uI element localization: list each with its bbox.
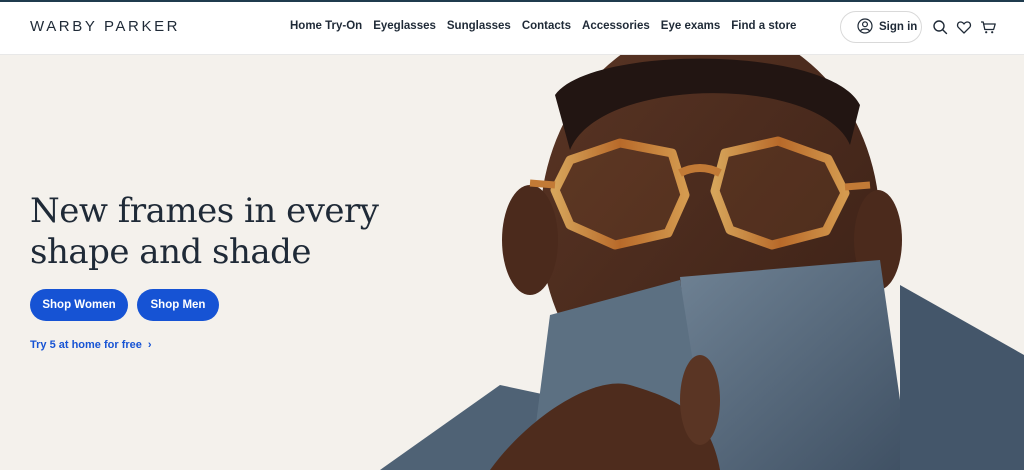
hero-section: New frames in every shape and shade Shop… [0,55,1024,470]
cart-icon[interactable] [980,19,996,35]
try-at-home-link[interactable]: Try 5 at home for free › [30,339,152,351]
hero-headline-line-1: New frames in every [30,191,379,231]
hero-headline-line-2: shape and shade [30,232,312,272]
nav-sunglasses[interactable]: Sunglasses [447,20,511,32]
shop-men-button[interactable]: Shop Men [137,289,219,321]
main-nav: Home Try-On Eyeglasses Sunglasses Contac… [290,20,796,32]
hero-headline: New frames in every shape and shade [30,191,430,273]
shop-women-button[interactable]: Shop Women [30,289,128,321]
search-icon[interactable] [932,19,948,35]
nav-eyeglasses[interactable]: Eyeglasses [373,20,436,32]
nav-contacts[interactable]: Contacts [522,20,571,32]
try-at-home-label: Try 5 at home for free [30,339,142,351]
heart-icon[interactable] [956,19,972,35]
brand-logo[interactable]: WARBY PARKER [30,18,180,35]
nav-home-try-on[interactable]: Home Try-On [290,20,362,32]
nav-find-a-store[interactable]: Find a store [731,20,796,32]
nav-eye-exams[interactable]: Eye exams [661,20,720,32]
chevron-right-icon: › [147,339,152,351]
user-icon [857,17,873,37]
sign-in-label: Sign in [879,21,918,33]
nav-accessories[interactable]: Accessories [582,20,650,32]
site-header: WARBY PARKER Home Try-On Eyeglasses Sung… [0,2,1024,55]
sign-in-button[interactable]: Sign in [840,11,922,43]
hero-photo [380,55,1024,470]
